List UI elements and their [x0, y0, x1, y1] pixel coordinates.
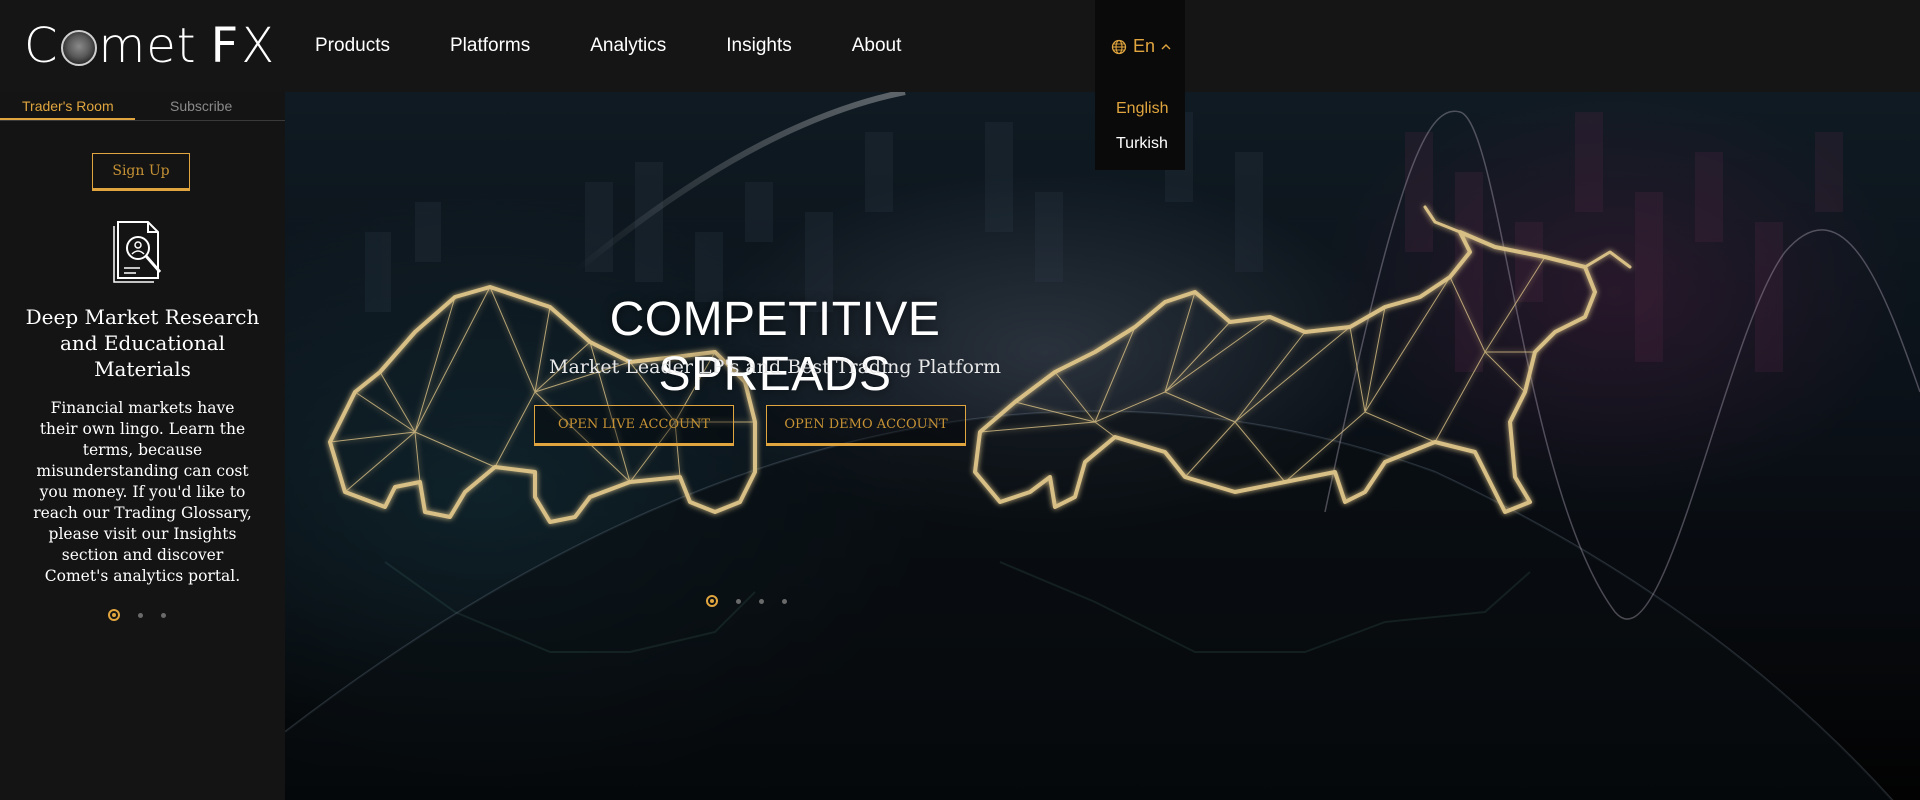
lion-emblem-icon	[60, 30, 97, 66]
hero-slider-dots	[706, 595, 805, 607]
document-search-icon	[113, 221, 162, 283]
nav-analytics[interactable]: Analytics	[590, 35, 666, 57]
slider-dot[interactable]	[759, 598, 764, 604]
sidebar-description: Financial markets have their own lingo. …	[33, 399, 252, 585]
language-dropdown: En English Turkish	[1095, 0, 1185, 170]
language-option-turkish[interactable]: Turkish	[1116, 135, 1168, 153]
chevron-up-icon	[1161, 43, 1171, 49]
slider-dot[interactable]	[161, 612, 166, 618]
tab-traders-room[interactable]: Trader's Room	[22, 98, 114, 114]
open-live-account-button[interactable]: OPEN LIVE ACCOUNT	[534, 405, 734, 446]
main-nav: Products Platforms Analytics Insights Ab…	[315, 0, 961, 92]
language-toggle[interactable]: En	[1111, 36, 1177, 57]
language-current: En	[1133, 36, 1156, 56]
open-demo-account-button[interactable]: OPEN DEMO ACCOUNT	[766, 405, 966, 446]
hero-subtitle: Market Leader LP's and Best Trading Plat…	[549, 356, 1001, 378]
logo-letter-x: X	[241, 18, 276, 74]
logo-letter-f: F	[210, 18, 240, 74]
active-tab-indicator	[0, 118, 135, 120]
hero-title: COMPETITIVE SPREADS	[609, 293, 941, 401]
logo-letter-c: C	[24, 18, 59, 74]
hero-banner: COMPETITIVE SPREADS Market Leader LP's a…	[285, 92, 1920, 800]
comet-fx-logo[interactable]: C met F X	[24, 20, 275, 72]
tab-subscribe[interactable]: Subscribe	[170, 98, 232, 114]
logo-letters-met: met	[98, 18, 197, 74]
left-sidebar: Trader's Room Subscribe Sign Up Deep Mar…	[0, 92, 285, 800]
slider-dot-active[interactable]	[108, 609, 120, 621]
nav-about[interactable]: About	[852, 35, 902, 57]
bull-bear-illustration	[285, 92, 1920, 800]
sidebar-slider-dots	[108, 609, 184, 621]
language-option-english[interactable]: English	[1116, 100, 1168, 118]
slider-dot[interactable]	[782, 598, 787, 604]
nav-insights[interactable]: Insights	[726, 35, 791, 57]
slider-dot-active[interactable]	[706, 595, 718, 607]
globe-icon	[1111, 39, 1127, 54]
slider-dot[interactable]	[736, 598, 741, 604]
site-header: C met F X Products Platforms Analytics I…	[0, 0, 1920, 92]
nav-platforms[interactable]: Platforms	[450, 35, 530, 57]
slider-dot[interactable]	[138, 612, 143, 618]
sign-up-button[interactable]: Sign Up	[92, 153, 190, 191]
sidebar-tabs: Trader's Room Subscribe	[0, 92, 285, 121]
sidebar-title: Deep Market Research and Educational Mat…	[25, 305, 260, 381]
nav-products[interactable]: Products	[315, 35, 390, 57]
